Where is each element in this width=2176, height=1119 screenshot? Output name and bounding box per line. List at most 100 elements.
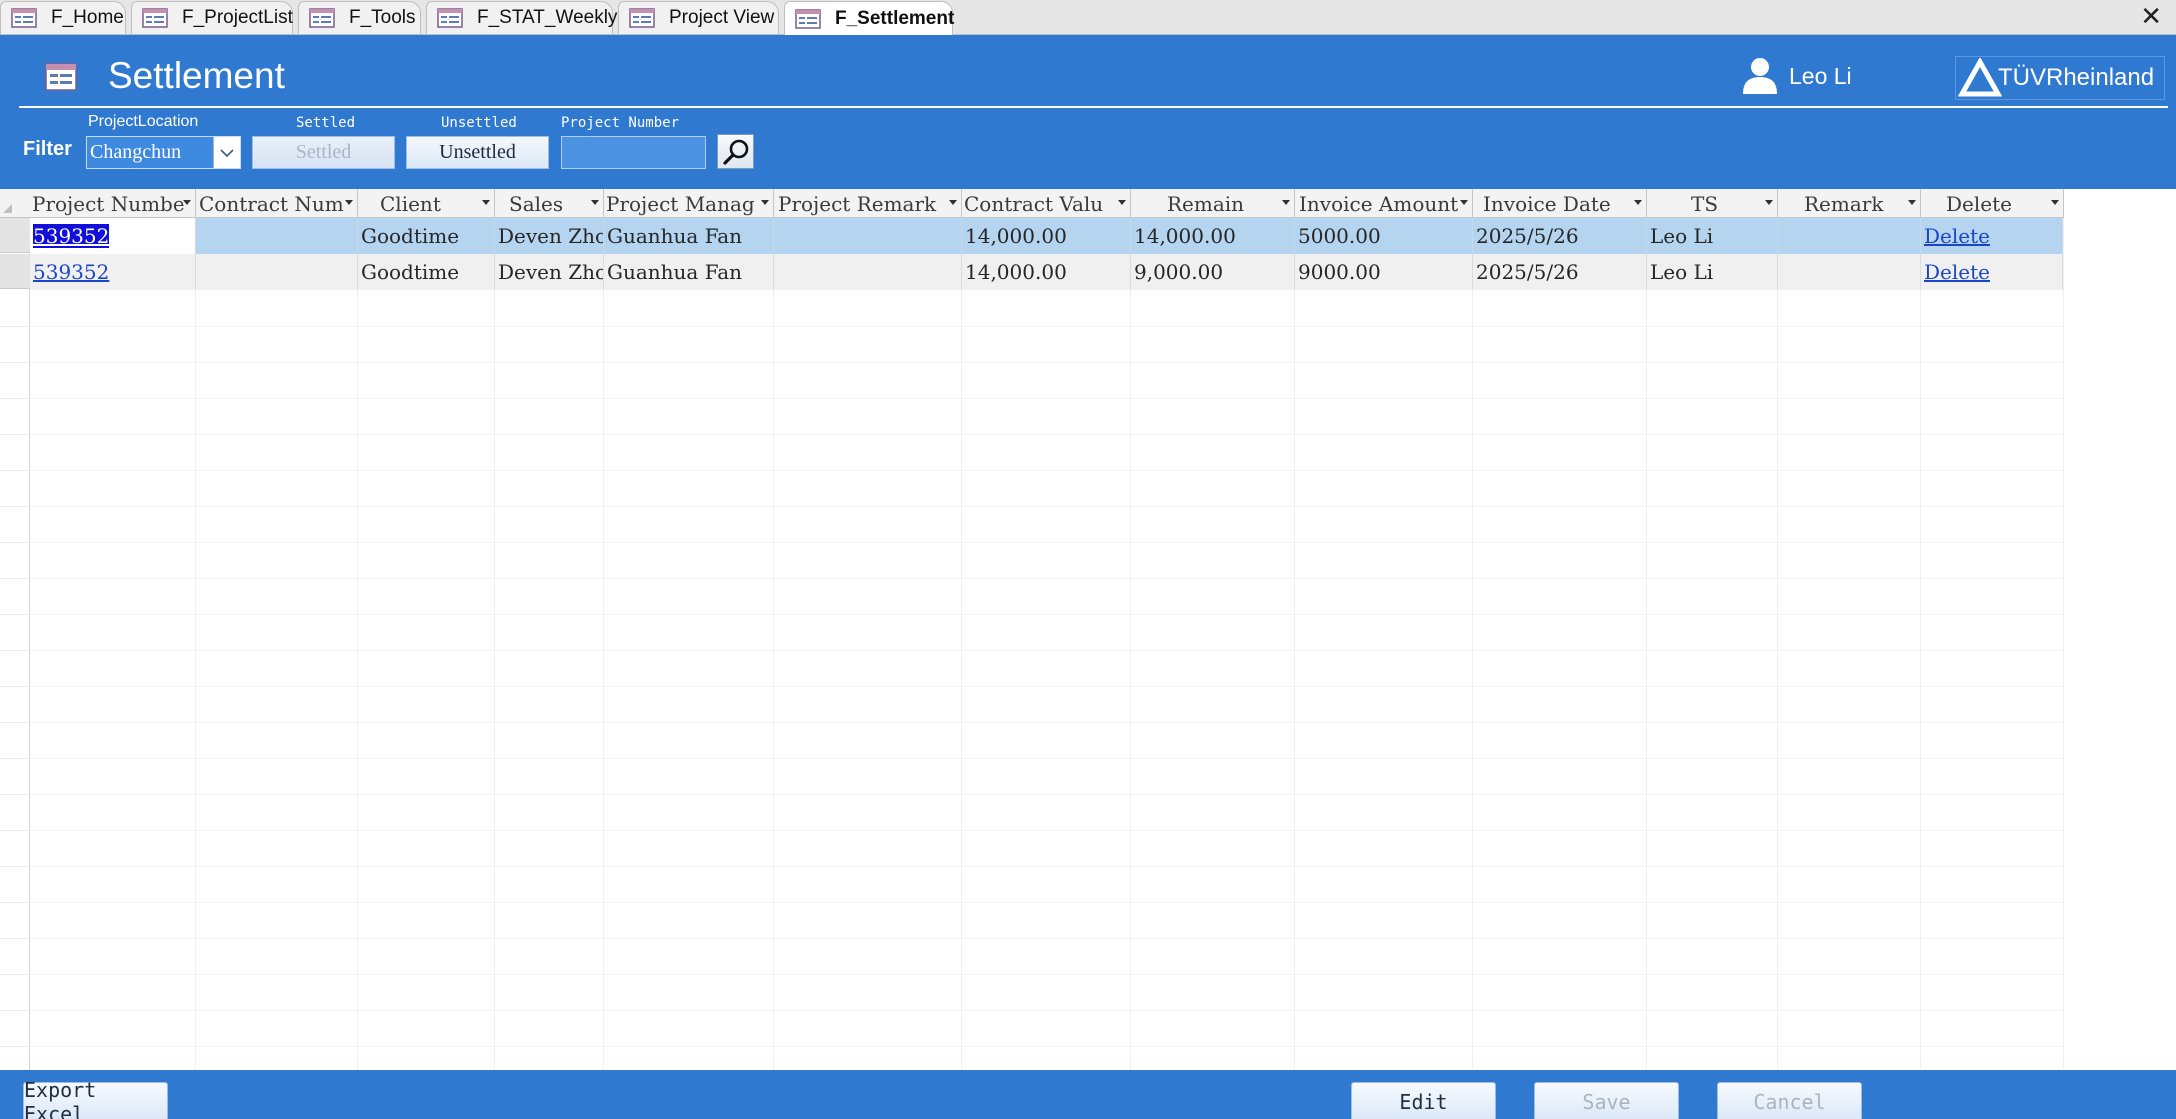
- save-button[interactable]: Save: [1534, 1082, 1679, 1119]
- chevron-down-icon[interactable]: [213, 137, 240, 168]
- grid-line: [30, 866, 2063, 867]
- select-all-corner[interactable]: [0, 189, 30, 218]
- column-header-client[interactable]: Client: [358, 189, 495, 218]
- grid-line: [0, 1046, 30, 1047]
- cell-ts[interactable]: Leo Li: [1647, 218, 1778, 254]
- grid-line: [30, 398, 2063, 399]
- column-header-project-remark[interactable]: Project Remark: [774, 189, 962, 218]
- grid-line: [30, 938, 2063, 939]
- tab-project-view[interactable]: Project View: [618, 1, 779, 34]
- cell-sales[interactable]: Deven Zhou: [495, 218, 604, 254]
- cell-delete[interactable]: Delete: [1921, 218, 2063, 254]
- column-header-invoice-date[interactable]: Invoice Date: [1473, 189, 1647, 218]
- page-title: Settlement: [108, 55, 285, 96]
- grid-line: [0, 794, 30, 795]
- dropdown-arrow-icon[interactable]: [949, 200, 957, 205]
- form-icon: [437, 8, 463, 28]
- tab-f-settlement[interactable]: F_Settlement: [784, 1, 954, 35]
- cell-invoice-amount[interactable]: 5000.00: [1295, 218, 1473, 254]
- settled-button[interactable]: Settled: [252, 136, 395, 169]
- delete-link[interactable]: Delete: [1924, 224, 1990, 248]
- cell-project-remark[interactable]: [774, 218, 962, 254]
- project-number-input[interactable]: [561, 136, 706, 169]
- dropdown-arrow-icon[interactable]: [2051, 200, 2059, 205]
- project-number-link[interactable]: 539352: [33, 260, 109, 284]
- form-icon: [309, 8, 335, 28]
- tab-f-stat-weekly[interactable]: F_STAT_Weekly: [426, 1, 617, 34]
- column-header-project-manager[interactable]: Project Manag: [604, 189, 774, 218]
- cell-remark[interactable]: [1778, 218, 1921, 254]
- form-icon: [45, 63, 77, 91]
- user-icon: [1740, 55, 1780, 95]
- cell-project-manager[interactable]: Guanhua Fan: [604, 218, 774, 254]
- tab-label: F_ProjectList: [182, 7, 293, 28]
- cell-contract-num[interactable]: [196, 218, 358, 254]
- dropdown-arrow-icon[interactable]: [345, 200, 353, 205]
- project-location-combo[interactable]: Changchun: [86, 136, 241, 169]
- column-header-ts[interactable]: TS: [1647, 189, 1778, 218]
- dropdown-arrow-icon[interactable]: [591, 200, 599, 205]
- grid-line: [30, 434, 2063, 435]
- header-divider: [19, 106, 2168, 108]
- column-header-contract-num[interactable]: Contract Num: [196, 189, 358, 218]
- cell-project-number[interactable]: 539352: [30, 254, 196, 290]
- column-header-contract-value[interactable]: Contract Valu: [962, 189, 1131, 218]
- edit-button[interactable]: Edit: [1351, 1082, 1496, 1119]
- search-button[interactable]: [717, 134, 754, 169]
- cell-contract-num[interactable]: [196, 254, 358, 290]
- close-icon[interactable]: ✕: [2140, 2, 2162, 32]
- cell-delete[interactable]: Delete: [1921, 254, 2063, 290]
- tab-f-home[interactable]: F_Home: [0, 1, 126, 34]
- dropdown-arrow-icon[interactable]: [183, 200, 191, 205]
- tab-label: F_Home: [51, 7, 124, 28]
- cell-contract-value[interactable]: 14,000.00: [962, 254, 1131, 290]
- grid-line: [30, 722, 2063, 723]
- form-header: Settlement Leo Li TÜVRheinland ProjectLo…: [0, 35, 2176, 189]
- cell-invoice-date[interactable]: 2025/5/26: [1473, 254, 1647, 290]
- export-excel-button[interactable]: Export Excel: [23, 1078, 168, 1119]
- grid-line: [1920, 218, 1921, 1070]
- tab-f-tools[interactable]: F_Tools: [298, 1, 421, 34]
- cell-ts[interactable]: Leo Li: [1647, 254, 1778, 290]
- dropdown-arrow-icon[interactable]: [1118, 200, 1126, 205]
- dropdown-arrow-icon[interactable]: [1634, 200, 1642, 205]
- delete-link[interactable]: Delete: [1924, 260, 1990, 284]
- record-selector[interactable]: [0, 254, 30, 289]
- column-header-invoice-amount[interactable]: Invoice Amount: [1295, 189, 1473, 218]
- column-header-remain[interactable]: Remain: [1131, 189, 1295, 218]
- dropdown-arrow-icon[interactable]: [1908, 200, 1916, 205]
- cell-contract-value[interactable]: 14,000.00: [962, 218, 1131, 254]
- dropdown-arrow-icon[interactable]: [1460, 200, 1468, 205]
- cell-remain[interactable]: 14,000.00: [1131, 218, 1295, 254]
- cancel-button[interactable]: Cancel: [1717, 1082, 1862, 1119]
- form-icon: [795, 8, 821, 29]
- project-number-link[interactable]: 539352: [33, 224, 110, 248]
- dropdown-arrow-icon[interactable]: [1282, 200, 1290, 205]
- cell-project-remark[interactable]: [774, 254, 962, 290]
- tab-label: Project View: [669, 7, 775, 28]
- project-location-label: ProjectLocation: [88, 113, 199, 130]
- cell-client[interactable]: Goodtime: [358, 218, 495, 254]
- tab-f-projectlist[interactable]: F_ProjectList: [131, 1, 293, 34]
- dropdown-arrow-icon[interactable]: [1765, 200, 1773, 205]
- column-header-remark[interactable]: Remark: [1778, 189, 1921, 218]
- record-selector[interactable]: [0, 218, 30, 253]
- column-header-project-number[interactable]: Project Numbe: [30, 189, 196, 218]
- table-row[interactable]: 539352 Goodtime Deven Zhou Guanhua Fan 1…: [30, 254, 2063, 290]
- cell-invoice-date[interactable]: 2025/5/26: [1473, 218, 1647, 254]
- dropdown-arrow-icon[interactable]: [482, 200, 490, 205]
- column-header-sales[interactable]: Sales: [495, 189, 604, 218]
- cell-remark[interactable]: [1778, 254, 1921, 290]
- table-row[interactable]: 539352 Goodtime Deven Zhou Guanhua Fan 1…: [30, 218, 2063, 254]
- cell-invoice-amount[interactable]: 9000.00: [1295, 254, 1473, 290]
- project-number-caption: Project Number: [561, 115, 680, 131]
- cell-client[interactable]: Goodtime: [358, 254, 495, 290]
- cell-project-number[interactable]: 539352: [30, 218, 196, 254]
- grid-line: [773, 218, 774, 1070]
- unsettled-button[interactable]: Unsettled: [406, 136, 549, 169]
- cell-sales[interactable]: Deven Zhou: [495, 254, 604, 290]
- dropdown-arrow-icon[interactable]: [761, 200, 769, 205]
- cell-project-manager[interactable]: Guanhua Fan: [604, 254, 774, 290]
- column-header-delete[interactable]: Delete: [1921, 189, 2064, 218]
- cell-remain[interactable]: 9,000.00: [1131, 254, 1295, 290]
